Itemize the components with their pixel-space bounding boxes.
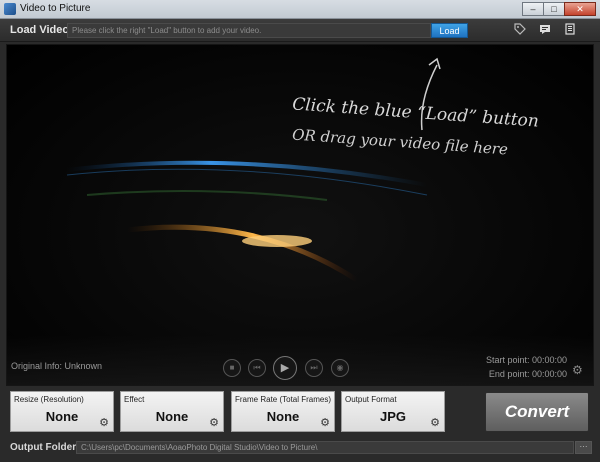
frame-rate-option[interactable]: Frame Rate (Total Frames) None ⚙: [231, 391, 335, 432]
close-button[interactable]: ✕: [564, 2, 596, 16]
previous-frame-button[interactable]: ⏮: [248, 359, 266, 377]
video-path-field[interactable]: Please click the right "Load" button to …: [67, 23, 431, 38]
resize-settings-gear-icon[interactable]: ⚙: [99, 416, 109, 429]
frame-rate-label: Frame Rate (Total Frames): [235, 395, 332, 404]
frame-rate-value: None: [266, 409, 300, 424]
effect-label: Effect: [124, 395, 145, 404]
tag-icon[interactable]: [513, 23, 527, 37]
time-settings-gear-icon[interactable]: ⚙: [572, 363, 583, 377]
effect-settings-gear-icon[interactable]: ⚙: [209, 416, 219, 429]
play-button[interactable]: ▶: [273, 356, 297, 380]
frame-rate-settings-gear-icon[interactable]: ⚙: [320, 416, 330, 429]
output-folder-label: Output Folder:: [10, 442, 80, 453]
minimize-button[interactable]: –: [522, 2, 544, 16]
output-folder-field[interactable]: C:\Users\pc\Documents\AoaoPhoto Digital …: [76, 441, 574, 454]
load-video-label: Load Video:: [10, 24, 73, 36]
output-format-label: Output Format: [345, 395, 397, 404]
window-title: Video to Picture: [20, 3, 91, 14]
app-icon: [4, 3, 16, 15]
output-format-settings-gear-icon[interactable]: ⚙: [430, 416, 440, 429]
next-frame-button[interactable]: ⏭: [305, 359, 323, 377]
effect-option[interactable]: Effect None ⚙: [120, 391, 224, 432]
convert-button[interactable]: Convert: [485, 392, 589, 432]
output-format-option[interactable]: Output Format JPG ⚙: [341, 391, 445, 432]
browse-folder-button[interactable]: ···: [575, 441, 592, 454]
original-info-text: Original Info: Unknown: [11, 361, 103, 371]
effect-value: None: [155, 409, 189, 424]
resize-option[interactable]: Resize (Resolution) None ⚙: [10, 391, 114, 432]
load-bar: Load Video: Please click the right "Load…: [0, 19, 600, 42]
list-icon[interactable]: [563, 23, 577, 37]
stop-button[interactable]: ■: [223, 359, 241, 377]
resize-value: None: [45, 409, 79, 424]
start-point-text: Start point: 00:00:00: [485, 355, 567, 365]
maximize-button[interactable]: □: [543, 2, 565, 16]
load-button[interactable]: Load: [431, 23, 468, 38]
end-point-text: End point: 00:00:00: [488, 369, 567, 379]
chat-icon[interactable]: [538, 23, 552, 37]
title-bar: Video to Picture – □ ✕: [0, 0, 600, 19]
video-preview-area[interactable]: Click the blue “Load” button OR drag you…: [6, 44, 594, 386]
resize-label: Resize (Resolution): [14, 395, 84, 404]
output-format-value: JPG: [379, 409, 406, 424]
snapshot-button[interactable]: ◉: [331, 359, 349, 377]
